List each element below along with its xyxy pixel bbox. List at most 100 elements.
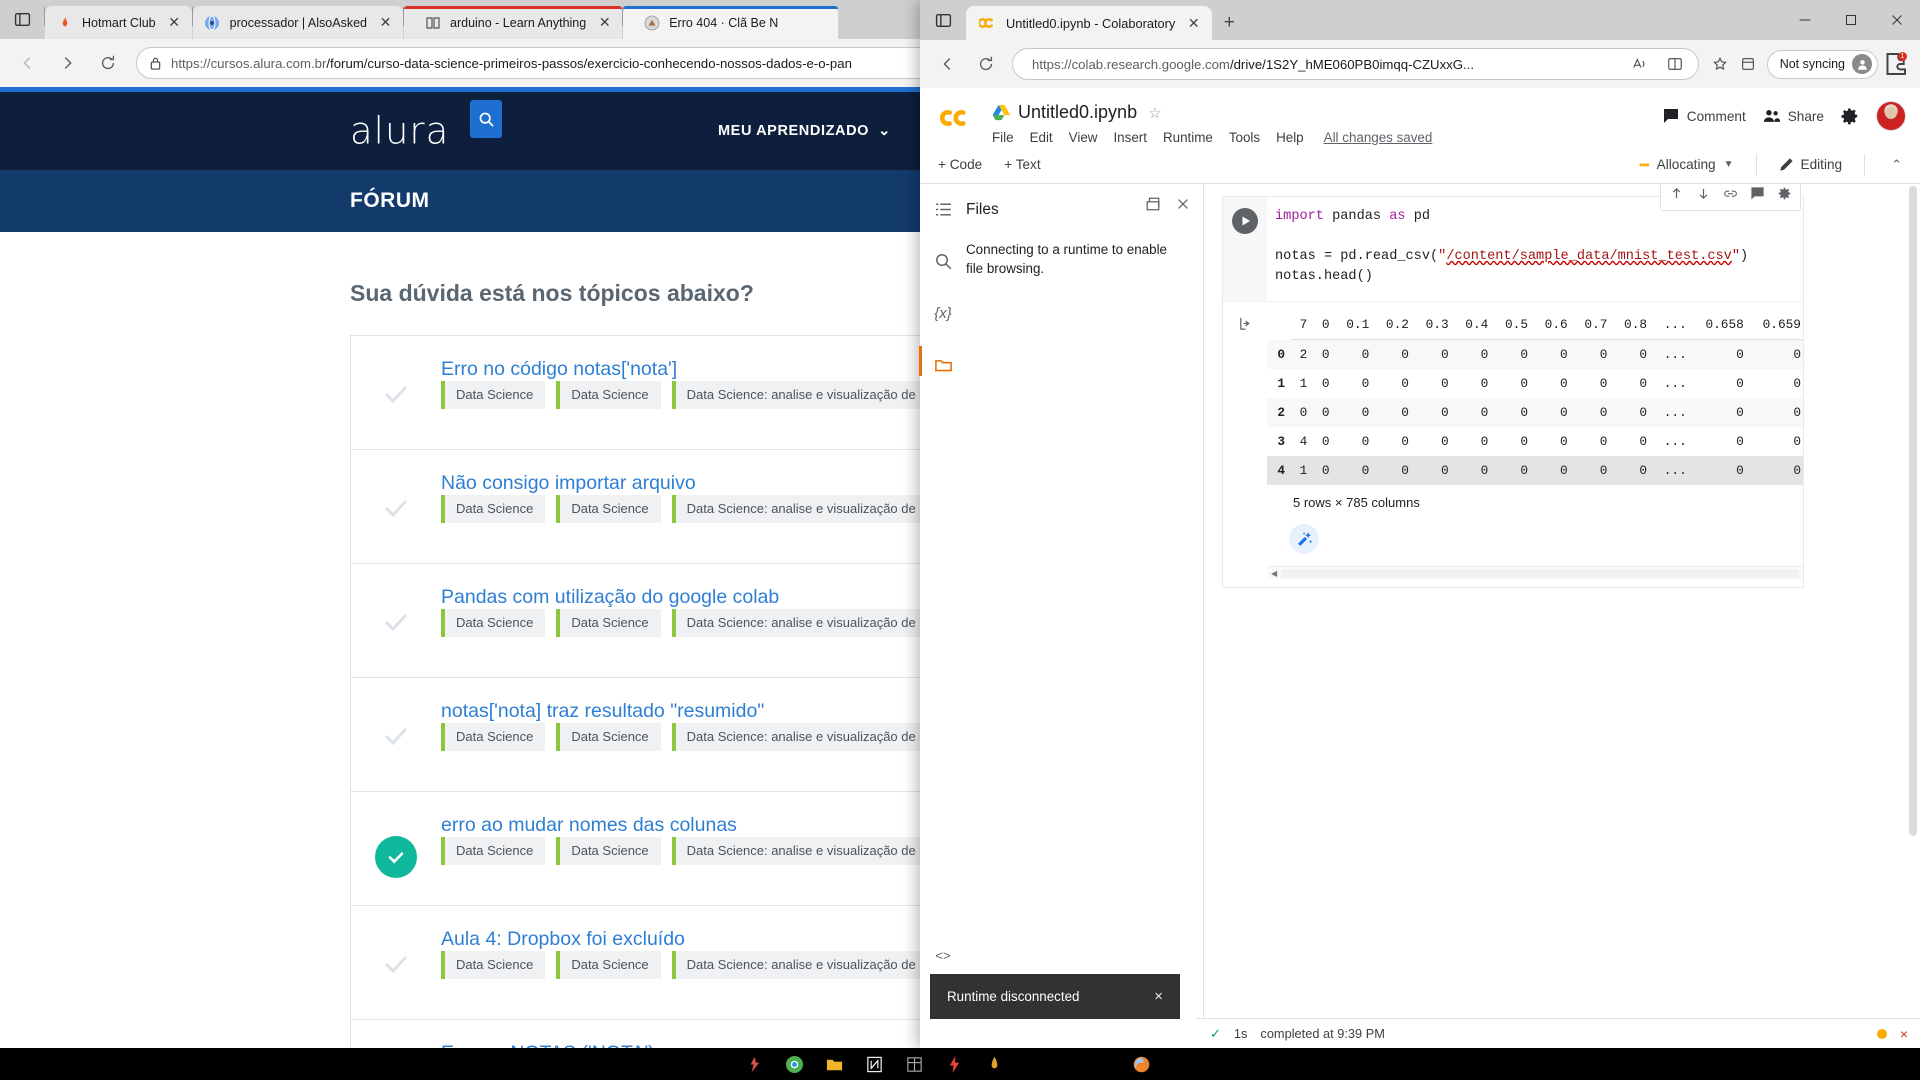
chrome-url-input[interactable]: https://colab.research.google.com/drive/… xyxy=(1012,48,1699,84)
edge-tab-1[interactable]: processador | AlsoAsked ✕ xyxy=(192,6,403,39)
topic-tag[interactable]: Data Science xyxy=(556,381,661,409)
menu-edit[interactable]: Edit xyxy=(1030,130,1053,145)
edge-tab-2-close[interactable]: ✕ xyxy=(595,13,614,32)
link-icon[interactable] xyxy=(1723,186,1738,206)
toc-icon[interactable] xyxy=(930,196,956,222)
steam-icon[interactable] xyxy=(735,1048,773,1080)
notebook-filename[interactable]: Untitled0.ipynb xyxy=(1018,102,1137,123)
topic-tag[interactable]: Data Science: analise e visualização de … xyxy=(671,609,946,637)
forward-arrow-icon[interactable] xyxy=(50,45,86,81)
edit-mode-button[interactable]: Editing xyxy=(1779,157,1842,172)
toast-close-icon[interactable]: × xyxy=(1154,988,1163,1005)
magic-wand-icon[interactable] xyxy=(1289,524,1319,554)
topic-title-link[interactable]: Aula 4: Dropbox foi excluído xyxy=(441,928,685,950)
topic-title-link[interactable]: erro ao mudar nomes das colunas xyxy=(441,814,737,836)
close-icon[interactable] xyxy=(1175,196,1191,217)
folder-icon[interactable] xyxy=(815,1048,853,1080)
chrome-icon[interactable] xyxy=(775,1048,813,1080)
notebook-scroll-thumb[interactable] xyxy=(1909,186,1917,836)
runtime-status-button[interactable]: ••• Allocating ▼ xyxy=(1639,157,1733,172)
menu-view[interactable]: View xyxy=(1069,130,1098,145)
pen-icon[interactable] xyxy=(975,1048,1013,1080)
edge-tab-3[interactable]: Erro 404 · Clã Be N xyxy=(623,6,839,39)
code-editor[interactable]: import pandas as pd notas = pd.read_csv(… xyxy=(1223,197,1803,301)
add-text-cell-button[interactable]: + Text xyxy=(1004,157,1040,172)
code-cell[interactable]: import pandas as pd notas = pd.read_csv(… xyxy=(1222,184,1804,588)
firefox-icon[interactable] xyxy=(1122,1048,1160,1080)
alura-logo[interactable]: alura xyxy=(350,110,449,153)
menu-runtime[interactable]: Runtime xyxy=(1163,130,1213,145)
topic-tag[interactable]: Data Science: analise e visualização de … xyxy=(671,837,946,865)
read-aloud-icon[interactable] xyxy=(1627,51,1653,77)
topic-title-link[interactable]: Erro no código notas['nota'] xyxy=(441,358,677,380)
alura-nav-meu-aprendizado[interactable]: MEU APRENDIZADO ⌄ xyxy=(718,123,891,139)
tab-search-icon[interactable] xyxy=(0,0,44,39)
topic-tag[interactable]: Data Science xyxy=(441,951,546,979)
play-icon[interactable] xyxy=(1232,208,1258,234)
notebook-scrollbar[interactable] xyxy=(1908,184,1918,1044)
search-icon[interactable] xyxy=(930,248,956,274)
topic-tag[interactable]: Data Science xyxy=(441,837,546,865)
topic-tag[interactable]: Data Science xyxy=(441,723,546,751)
topic-tag[interactable]: Data Science xyxy=(556,837,661,865)
variables-icon[interactable]: {x} xyxy=(930,300,956,326)
collections-icon[interactable] xyxy=(1735,51,1761,77)
topic-tag[interactable]: Data Science xyxy=(556,951,661,979)
scroll-track[interactable] xyxy=(1281,568,1799,578)
chrome-tab-colab[interactable]: Untitled0.ipynb - Colaboratory ✕ xyxy=(966,6,1213,40)
topic-tag[interactable]: Data Science: analise e visualização de … xyxy=(671,495,946,523)
spreadsheet-icon[interactable] xyxy=(895,1048,933,1080)
collapse-toolbar-button[interactable]: ⌃ xyxy=(1887,157,1906,173)
edge-tab-0-close[interactable]: ✕ xyxy=(165,13,184,32)
maximize-icon[interactable] xyxy=(1828,0,1874,40)
menu-tools[interactable]: Tools xyxy=(1229,130,1260,145)
sync-status-button[interactable]: Not syncing xyxy=(1766,49,1878,79)
new-tab-button[interactable]: + xyxy=(1212,6,1246,40)
topic-title-link[interactable]: notas['nota] traz resultado "resumido" xyxy=(441,700,764,722)
extensions-icon[interactable]: 1 xyxy=(1880,49,1910,79)
scroll-left-icon[interactable]: ◀ xyxy=(1271,569,1277,578)
topic-tag[interactable]: Data Science: analise e visualização de … xyxy=(671,381,946,409)
settings-icon[interactable] xyxy=(1777,186,1792,206)
topic-tag[interactable]: Data Science: analise e visualização de … xyxy=(671,951,946,979)
folder-icon[interactable] xyxy=(919,346,956,378)
user-avatar[interactable] xyxy=(1876,101,1906,131)
topic-tag[interactable]: Data Science xyxy=(556,495,661,523)
menu-help[interactable]: Help xyxy=(1276,130,1304,145)
menu-file[interactable]: File xyxy=(992,130,1014,145)
topic-title-link[interactable]: Não consigo importar arquivo xyxy=(441,472,696,494)
topic-tag[interactable]: Data Science xyxy=(441,609,546,637)
move-down-icon[interactable] xyxy=(1696,186,1711,206)
topic-tag[interactable]: Data Science xyxy=(556,609,661,637)
chrome-tab-close[interactable]: ✕ xyxy=(1184,14,1203,33)
code-text[interactable]: import pandas as pd notas = pd.read_csv(… xyxy=(1267,197,1803,301)
chrome-reload-icon[interactable] xyxy=(968,46,1004,82)
edge-tab-2[interactable]: arduino - Learn Anything ✕ xyxy=(404,6,623,39)
code-snippets-icon[interactable]: <> xyxy=(930,942,956,968)
move-up-icon[interactable] xyxy=(1669,186,1684,206)
comment-button[interactable]: Comment xyxy=(1662,107,1746,125)
save-status[interactable]: All changes saved xyxy=(1324,130,1433,145)
topic-tag[interactable]: Data Science xyxy=(441,495,546,523)
split-screen-icon[interactable] xyxy=(1662,51,1688,77)
chrome-tab-search-icon[interactable] xyxy=(920,0,966,40)
chrome-back-arrow-icon[interactable] xyxy=(930,46,966,82)
minimize-icon[interactable] xyxy=(1782,0,1828,40)
topic-tag[interactable]: Data Science xyxy=(556,723,661,751)
close-icon[interactable] xyxy=(1874,0,1920,40)
output-horizontal-scrollbar[interactable]: ◀ xyxy=(1267,566,1803,579)
menu-insert[interactable]: Insert xyxy=(1113,130,1147,145)
open-in-new-icon[interactable] xyxy=(1145,196,1161,217)
flash-icon[interactable] xyxy=(935,1048,973,1080)
topic-tag[interactable]: Data Science xyxy=(441,381,546,409)
edge-tab-1-close[interactable]: ✕ xyxy=(376,13,395,32)
star-icon[interactable]: ☆ xyxy=(1148,104,1161,122)
topic-tag[interactable]: Data Science: analise e visualização de … xyxy=(671,723,946,751)
reload-icon[interactable] xyxy=(90,45,126,81)
topic-title-link[interactable]: Pandas com utilização do google colab xyxy=(441,586,779,608)
colab-logo-icon[interactable] xyxy=(920,99,992,131)
settings-button[interactable] xyxy=(1841,107,1859,125)
share-button[interactable]: Share xyxy=(1763,107,1824,125)
comment-icon[interactable] xyxy=(1750,186,1765,206)
favorites-icon[interactable] xyxy=(1707,51,1733,77)
